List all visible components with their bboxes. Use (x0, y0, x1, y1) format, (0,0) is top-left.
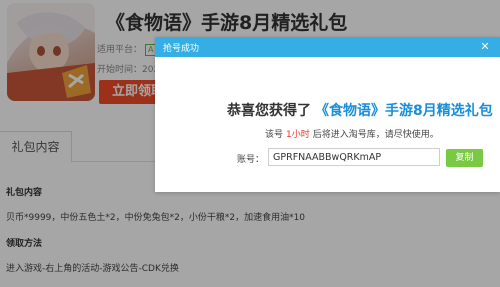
dialog-header: 抢号成功 ✕ (155, 37, 500, 57)
success-dialog: 抢号成功 ✕ 恭喜您获得了 《食物语》手游8月精选礼包 该号 1小时 后将进入淘号库，… (155, 37, 500, 192)
code-field[interactable] (268, 148, 440, 166)
congrats-message: 恭喜您获得了 《食物语》手游8月精选礼包 (227, 100, 493, 120)
notice-suffix: 后将进入淘号库，请尽快使用。 (312, 130, 439, 140)
expiry-notice: 该号 1小时 后将进入淘号库，请尽快使用。 (265, 127, 439, 140)
copy-button[interactable]: 复制 (446, 149, 483, 167)
gift-name: 《食物语》手游8月精选礼包 (315, 103, 493, 119)
congrats-prefix: 恭喜您获得了 (227, 103, 311, 119)
notice-highlight: 1小时 (286, 130, 310, 140)
close-icon[interactable]: ✕ (470, 37, 500, 57)
dialog-title: 抢号成功 (163, 44, 200, 54)
notice-prefix: 该号 (265, 130, 284, 140)
code-label: 账号： (237, 155, 265, 165)
